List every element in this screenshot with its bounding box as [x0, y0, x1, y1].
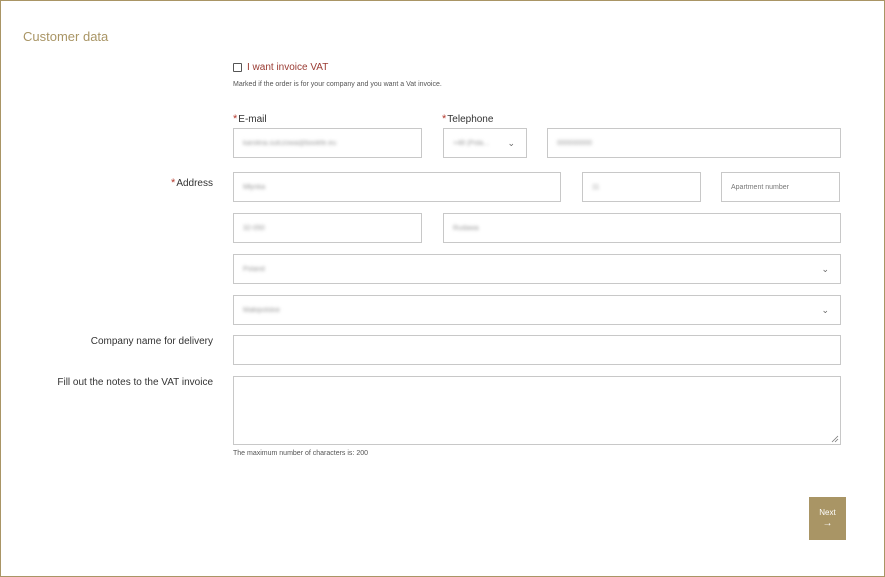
customer-data-panel: Customer data I want invoice VAT Marked … — [0, 0, 885, 577]
resize-handle-icon[interactable] — [831, 435, 839, 443]
section-title: Customer data — [23, 29, 109, 44]
telephone-field[interactable]: 000000000 — [547, 128, 841, 158]
vat-invoice-row[interactable]: I want invoice VAT — [233, 62, 328, 73]
address-label: *Address — [171, 177, 213, 189]
chevron-down-icon: ⌄ — [821, 263, 829, 274]
country-select[interactable]: Poland ⌄ — [233, 254, 841, 284]
notes-textarea[interactable] — [233, 376, 841, 445]
chevron-down-icon: ⌄ — [507, 137, 515, 148]
vat-checkbox[interactable] — [233, 63, 242, 72]
required-marker: * — [171, 177, 176, 189]
notes-label: Fill out the notes to the VAT invoice — [57, 377, 213, 388]
required-marker: * — [442, 113, 447, 125]
region-select[interactable]: Małopolskie ⌄ — [233, 295, 841, 325]
next-button[interactable]: Next → — [809, 497, 846, 540]
phone-prefix-select[interactable]: +48 (Pola... ⌄ — [443, 128, 527, 158]
postcode-field[interactable]: 32-050 — [233, 213, 422, 243]
email-field[interactable]: karolina.sulczowa@bookfe.eu — [233, 128, 422, 158]
apartment-number-field[interactable]: Apartment number — [721, 172, 840, 202]
notes-character-counter: The maximum number of characters is: 200 — [233, 450, 368, 457]
next-button-label: Next — [819, 508, 836, 517]
telephone-label: *Telephone — [442, 113, 494, 125]
house-number-field[interactable]: 11 — [582, 172, 701, 202]
chevron-down-icon: ⌄ — [821, 304, 829, 315]
company-label: Company name for delivery — [90, 336, 213, 347]
city-field[interactable]: Rudawa — [443, 213, 841, 243]
arrow-right-icon: → — [822, 518, 833, 529]
company-name-field[interactable] — [233, 335, 841, 365]
vat-help-text: Marked if the order is for your company … — [233, 81, 442, 88]
street-field[interactable]: Młynka — [233, 172, 561, 202]
email-label: *E-mail — [233, 113, 267, 125]
required-marker: * — [233, 113, 238, 125]
vat-checkbox-label[interactable]: I want invoice VAT — [247, 62, 328, 73]
